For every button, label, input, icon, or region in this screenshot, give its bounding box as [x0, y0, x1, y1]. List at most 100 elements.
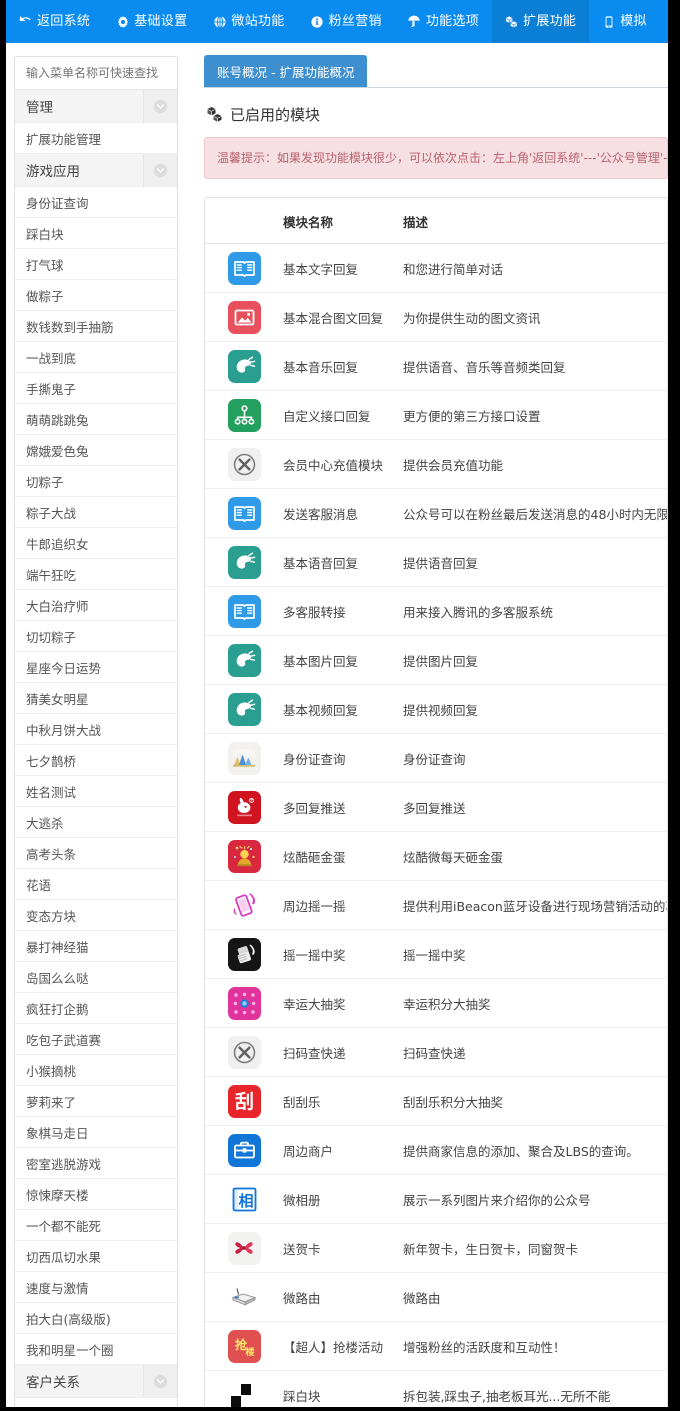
- table-row[interactable]: 摇一摇中奖摇一摇中奖: [205, 930, 667, 979]
- sidebar-item-8[interactable]: 数钱数到手抽筋: [15, 311, 177, 342]
- svg-text:刮: 刮: [234, 1090, 253, 1113]
- sidebar-item-label: 手撕鬼子: [26, 379, 76, 398]
- chevron-down-icon[interactable]: [143, 1365, 177, 1397]
- sidebar-item-14[interactable]: 粽子大战: [15, 497, 177, 528]
- table-row[interactable]: 周边摇一摇提供利用iBeacon蓝牙设备进行现场营销活动的功能: [205, 881, 667, 930]
- sidebar-item-39[interactable]: 速度与激情: [15, 1272, 177, 1303]
- sidebar-item-41[interactable]: 我和明星一个圈: [15, 1334, 177, 1365]
- chevron-down-icon[interactable]: [143, 154, 177, 186]
- sidebar-item-7[interactable]: 做粽子: [15, 280, 177, 311]
- shake-hand-icon: [228, 938, 261, 971]
- nav-item-3[interactable]: 微站功能: [200, 0, 297, 43]
- search-input[interactable]: [26, 66, 166, 80]
- table-row[interactable]: 刮刮刮乐刮刮乐积分大抽奖: [205, 1077, 667, 1126]
- sidebar-item-label: 牛郎追织女: [26, 534, 89, 553]
- sidebar-item-34[interactable]: 象棋马走日: [15, 1117, 177, 1148]
- table-row[interactable]: 基本视频回复提供视频回复: [205, 685, 667, 734]
- sidebar-item-36[interactable]: 惊悚摩天楼: [15, 1179, 177, 1210]
- sidebar-item-20[interactable]: 猜美女明星: [15, 683, 177, 714]
- sidebar-item-9[interactable]: 一战到底: [15, 342, 177, 373]
- module-icon-cell: [205, 734, 283, 783]
- sidebar-item-25[interactable]: 高考头条: [15, 838, 177, 869]
- sidebar-item-28[interactable]: 暴打神经猫: [15, 931, 177, 962]
- sidebar-item-24[interactable]: 大逃杀: [15, 807, 177, 838]
- sidebar-item-37[interactable]: 一个都不能死: [15, 1210, 177, 1241]
- sidebar-item-19[interactable]: 星座今日运势: [15, 652, 177, 683]
- table-row[interactable]: 周边商户提供商家信息的添加、聚合及LBS的查询。: [205, 1126, 667, 1175]
- sidebar-item-18[interactable]: 切切粽子: [15, 621, 177, 652]
- sidebar-item-label: 惊悚摩天楼: [26, 1185, 89, 1204]
- nav-item-6[interactable]: 扩展功能: [492, 0, 589, 43]
- sidebar-item-17[interactable]: 大白治疗师: [15, 590, 177, 621]
- sidebar-item-27[interactable]: 变态方块: [15, 900, 177, 931]
- sidebar-item-30[interactable]: 疯狂打企鹅: [15, 993, 177, 1024]
- nav-item-5[interactable]: 功能选项: [395, 0, 492, 43]
- sidebar-item-22[interactable]: 七夕鹊桥: [15, 745, 177, 776]
- sidebar-item-10[interactable]: 手撕鬼子: [15, 373, 177, 404]
- table-row[interactable]: 基本文字回复和您进行简单对话: [205, 244, 667, 293]
- sidebar-item-33[interactable]: 萝莉来了: [15, 1086, 177, 1117]
- sidebar-item-31[interactable]: 吃包子武道赛: [15, 1024, 177, 1055]
- table-row[interactable]: 抢楼【超人】抢楼活动增强粉丝的活跃度和互动性！: [205, 1322, 667, 1371]
- section-heading: 已启用的模块: [204, 88, 668, 137]
- sidebar-item-40[interactable]: 拍大白(高级版): [15, 1303, 177, 1334]
- sidebar-item-26[interactable]: 花语: [15, 869, 177, 900]
- table-row[interactable]: 会员中心充值模块提供会员充值功能: [205, 440, 667, 489]
- sidebar-item-21[interactable]: 中秋月饼大战: [15, 714, 177, 745]
- module-name-cell: 发送客服消息: [283, 489, 403, 538]
- module-desc-cell: 更方便的第三方接口设置: [403, 391, 667, 440]
- table-row[interactable]: 基本音乐回复提供语音、音乐等音频类回复: [205, 342, 667, 391]
- sidebar-item-label: 速度与激情: [26, 1278, 89, 1297]
- sidebar-item-32[interactable]: 小猴摘桃: [15, 1055, 177, 1086]
- sidebar-item-4[interactable]: 身份证查询: [15, 187, 177, 218]
- sidebar-search[interactable]: [15, 57, 177, 90]
- table-row[interactable]: 自定义接口回复更方便的第三方接口设置: [205, 391, 667, 440]
- module-icon-cell: [205, 538, 283, 587]
- sidebar-item-23[interactable]: 姓名测试: [15, 776, 177, 807]
- table-row[interactable]: 基本语音回复提供语音回复: [205, 538, 667, 587]
- sidebar-group-1[interactable]: 管理: [15, 90, 177, 123]
- chevron-down-icon[interactable]: [143, 90, 177, 122]
- nav-item-2[interactable]: 基础设置: [103, 0, 200, 43]
- sidebar-item-11[interactable]: 萌萌跳跳兔: [15, 404, 177, 435]
- sidebar-item-38[interactable]: 切西瓜切水果: [15, 1241, 177, 1272]
- umbrella-icon: [408, 15, 421, 28]
- sidebar-item-29[interactable]: 岛国么么哒: [15, 962, 177, 993]
- sidebar-group-3[interactable]: 游戏应用: [15, 154, 177, 187]
- module-name-cell: 炫酷砸金蛋: [283, 832, 403, 881]
- table-row[interactable]: 微路由微路由: [205, 1273, 667, 1322]
- sidebar-item-16[interactable]: 端午狂吃: [15, 559, 177, 590]
- table-row[interactable]: 踩白块拆包装,踩虫子,抽老板耳光...无所不能: [205, 1371, 667, 1408]
- sidebar-item-35[interactable]: 密室逃脱游戏: [15, 1148, 177, 1179]
- table-row[interactable]: 幸运大抽奖幸运积分大抽奖: [205, 979, 667, 1028]
- table-row[interactable]: 炫酷砸金蛋炫酷微每天砸金蛋: [205, 832, 667, 881]
- tab-account-overview[interactable]: 账号概况 - 扩展功能概况: [204, 55, 367, 87]
- sidebar: 管理扩展功能管理游戏应用身份证查询踩白块打气球做粽子数钱数到手抽筋一战到底手撕鬼…: [6, 43, 186, 1407]
- table-row[interactable]: 多回复推送多回复推送: [205, 783, 667, 832]
- sidebar-group-42[interactable]: 客户关系: [15, 1365, 177, 1398]
- table-row[interactable]: 送贺卡新年贺卡，生日贺卡，同窗贺卡: [205, 1224, 667, 1273]
- table-row[interactable]: 身份证查询身份证查询: [205, 734, 667, 783]
- table-row[interactable]: 多客服转接用来接入腾讯的多客服系统: [205, 587, 667, 636]
- table-row[interactable]: 扫码查快递扫码查快递: [205, 1028, 667, 1077]
- module-desc-cell: 扫码查快递: [403, 1028, 667, 1077]
- sidebar-item-5[interactable]: 踩白块: [15, 218, 177, 249]
- sidebar-item-6[interactable]: 打气球: [15, 249, 177, 280]
- sidebar-item-43[interactable]: 多回复推送: [15, 1398, 177, 1407]
- nav-item-4[interactable]: 粉丝营销: [298, 0, 395, 43]
- table-row[interactable]: 基本混合图文回复为你提供生动的图文资讯: [205, 293, 667, 342]
- sidebar-item-12[interactable]: 嫦娥爱色兔: [15, 435, 177, 466]
- main-content: 账号概况 - 扩展功能概况 已启用的模块: [186, 43, 668, 1407]
- module-desc-cell: 新年贺卡，生日贺卡，同窗贺卡: [403, 1224, 667, 1273]
- table-row[interactable]: 相微相册展示一系列图片来介绍你的公众号: [205, 1175, 667, 1224]
- table-row[interactable]: 基本图片回复提供图片回复: [205, 636, 667, 685]
- sidebar-item-13[interactable]: 切粽子: [15, 466, 177, 497]
- sidebar-item-15[interactable]: 牛郎追织女: [15, 528, 177, 559]
- nav-item-1[interactable]: 返回系统: [6, 0, 103, 43]
- sidebar-item-label: 游戏应用: [26, 160, 80, 180]
- table-row[interactable]: 发送客服消息公众号可以在粉丝最后发送消息的48小时内无限制的发送消息: [205, 489, 667, 538]
- app-page: 返回系统基础设置微站功能粉丝营销功能选项扩展功能模拟 管理扩展功能管理游戏应用身…: [6, 0, 668, 1407]
- nav-item-7[interactable]: 模拟: [589, 0, 660, 43]
- sidebar-item-2[interactable]: 扩展功能管理: [15, 123, 177, 154]
- module-name-cell: 身份证查询: [283, 734, 403, 783]
